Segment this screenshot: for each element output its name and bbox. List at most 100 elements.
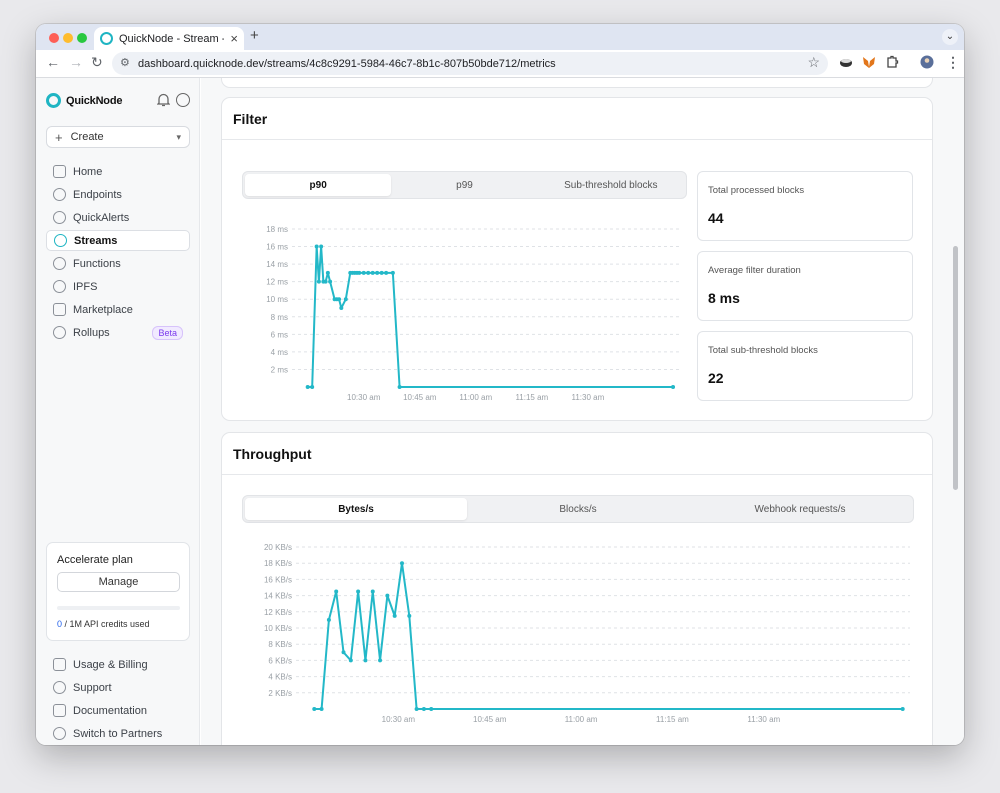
sidebar-item-support[interactable]: Support <box>46 677 190 698</box>
data-point[interactable] <box>339 306 344 310</box>
data-point[interactable] <box>356 589 361 594</box>
y-tick-label: 2 ms <box>271 365 288 374</box>
sidebar-item-usage-billing[interactable]: Usage & Billing <box>46 654 190 675</box>
y-tick-label: 8 ms <box>271 313 288 322</box>
scrollbar[interactable] <box>946 78 964 745</box>
data-point[interactable] <box>357 270 362 275</box>
data-point[interactable] <box>310 385 315 389</box>
data-point[interactable] <box>379 270 384 275</box>
site-settings-icon[interactable]: ⚙ <box>120 56 130 69</box>
data-point[interactable] <box>390 270 395 275</box>
data-point[interactable] <box>312 707 317 711</box>
stat-total-processed-blocks: Total processed blocks 44 <box>697 171 913 241</box>
tab-p99[interactable]: p99 <box>391 174 537 196</box>
create-button[interactable]: + Create ▾ <box>46 126 190 148</box>
extensions-puzzle-icon[interactable] <box>885 55 899 69</box>
new-tab-icon[interactable]: + <box>250 27 259 44</box>
data-point[interactable] <box>366 270 371 275</box>
x-tick-label: 11:00 am <box>459 393 492 400</box>
data-point[interactable] <box>370 589 375 594</box>
y-tick-label: 10 ms <box>266 295 288 304</box>
support-icon <box>53 681 66 694</box>
sidebar-item-documentation[interactable]: Documentation <box>46 700 190 721</box>
data-point[interactable] <box>392 613 397 618</box>
data-point[interactable] <box>378 658 383 663</box>
browser-tab[interactable]: QuickNode - Stream - Metrics × <box>94 27 244 50</box>
tab-bytes-per-second[interactable]: Bytes/s <box>245 498 467 520</box>
quicknode-favicon-icon <box>100 32 113 45</box>
sidebar-item-functions[interactable]: Functions <box>46 253 190 274</box>
data-point[interactable] <box>414 707 419 711</box>
stat-value: 22 <box>708 370 724 386</box>
reload-icon[interactable]: ↻ <box>91 54 103 71</box>
data-point[interactable] <box>671 385 676 389</box>
address-bar[interactable]: ⚙ dashboard.quicknode.dev/streams/4c8c92… <box>112 52 828 75</box>
data-point[interactable] <box>370 270 375 275</box>
tab-p90[interactable]: p90 <box>245 174 392 196</box>
data-point[interactable] <box>319 707 324 711</box>
data-point[interactable] <box>319 244 324 249</box>
data-point[interactable] <box>384 270 389 275</box>
tab-sub-threshold-blocks[interactable]: Sub-threshold blocks <box>538 174 684 196</box>
tab-search-chevron-icon[interactable]: ⌄ <box>942 29 958 45</box>
data-point[interactable] <box>429 707 434 711</box>
data-point[interactable] <box>361 270 366 275</box>
manage-plan-button[interactable]: Manage <box>57 572 180 592</box>
browser-menu-icon[interactable]: ⋮ <box>946 54 960 71</box>
data-point[interactable] <box>397 385 402 389</box>
sidebar-item-endpoints[interactable]: Endpoints <box>46 184 190 205</box>
data-point[interactable] <box>305 385 310 389</box>
data-point[interactable] <box>326 617 331 622</box>
sidebar-item-switch-partners[interactable]: Switch to Partners <box>46 723 190 744</box>
data-point[interactable] <box>328 279 333 284</box>
extension-pot-icon[interactable] <box>839 55 853 69</box>
data-point[interactable] <box>325 270 330 275</box>
quicknode-logo[interactable]: QuickNode <box>46 93 122 108</box>
sidebar-item-quickalerts[interactable]: QuickAlerts <box>46 207 190 228</box>
notifications-bell-icon[interactable] <box>157 93 170 107</box>
plus-icon: + <box>55 129 63 145</box>
scrollbar-thumb[interactable] <box>953 246 958 490</box>
stat-average-filter-duration: Average filter duration 8 ms <box>697 251 913 321</box>
y-tick-label: 4 KB/s <box>268 673 292 682</box>
data-point[interactable] <box>421 707 426 711</box>
data-point[interactable] <box>385 593 390 598</box>
data-point[interactable] <box>323 279 328 284</box>
forward-icon[interactable]: → <box>69 54 83 70</box>
stat-value: 8 ms <box>708 290 740 306</box>
data-point[interactable] <box>375 270 380 275</box>
profile-avatar-icon[interactable] <box>920 55 934 69</box>
x-tick-label: 11:30 am <box>747 715 780 724</box>
data-point[interactable] <box>341 650 346 655</box>
sidebar-item-rollups[interactable]: Rollups Beta <box>46 322 190 343</box>
data-point[interactable] <box>348 658 353 663</box>
sidebar-item-marketplace[interactable]: Marketplace <box>46 299 190 320</box>
data-point[interactable] <box>900 707 905 711</box>
bookmark-star-icon[interactable]: ☆ <box>807 54 820 71</box>
close-tab-icon[interactable]: × <box>230 31 238 46</box>
data-point[interactable] <box>316 279 321 284</box>
back-icon[interactable]: ← <box>46 54 60 70</box>
maximize-window-button[interactable] <box>77 33 87 43</box>
sidebar-item-label: Usage & Billing <box>73 658 148 671</box>
x-tick-label: 11:30 am <box>571 393 604 400</box>
data-point[interactable] <box>399 561 404 566</box>
data-point[interactable] <box>314 244 319 249</box>
data-point[interactable] <box>407 613 412 618</box>
close-window-button[interactable] <box>49 33 59 43</box>
plan-card: Accelerate plan Manage 0 / 1M API credit… <box>46 542 190 641</box>
tab-webhook-requests-per-second[interactable]: Webhook requests/s <box>689 498 911 520</box>
data-point[interactable] <box>343 297 348 302</box>
sidebar-item-streams[interactable]: Streams <box>46 230 190 251</box>
account-user-icon[interactable] <box>176 93 190 107</box>
data-point[interactable] <box>334 589 339 594</box>
sidebar-item-home[interactable]: Home <box>46 161 190 182</box>
metamask-fox-icon[interactable] <box>862 55 876 69</box>
billing-icon <box>53 658 66 671</box>
sidebar-item-ipfs[interactable]: IPFS <box>46 276 190 297</box>
tab-blocks-per-second[interactable]: Blocks/s <box>467 498 689 520</box>
data-point[interactable] <box>363 658 368 663</box>
credits-progress-bar <box>57 606 180 610</box>
minimize-window-button[interactable] <box>63 33 73 43</box>
data-point[interactable] <box>337 297 342 302</box>
